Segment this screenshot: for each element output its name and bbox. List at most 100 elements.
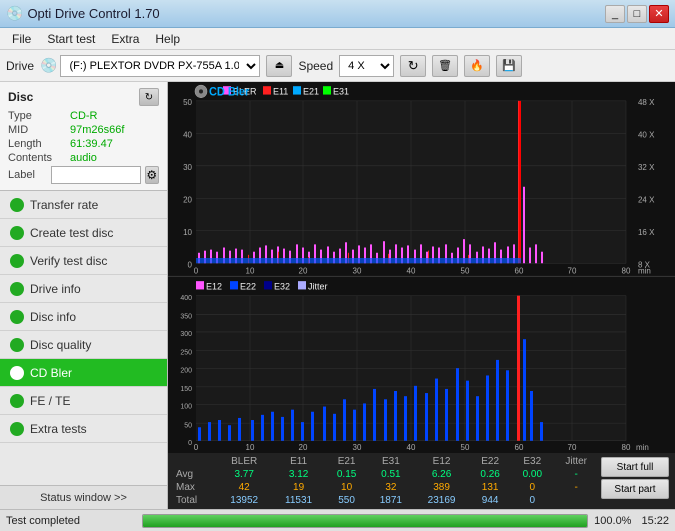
max-e31: 32	[368, 481, 414, 494]
maximize-button[interactable]: □	[627, 5, 647, 23]
progress-bar-fill	[143, 515, 587, 527]
minimize-button[interactable]: _	[605, 5, 625, 23]
total-e21: 550	[326, 494, 368, 507]
col-header-empty	[172, 455, 217, 468]
svg-text:100: 100	[180, 402, 192, 410]
label-settings-button[interactable]: ⚙	[145, 166, 159, 184]
svg-text:E22: E22	[240, 281, 256, 291]
svg-text:400: 400	[180, 294, 192, 302]
total-e11: 11531	[272, 494, 326, 507]
drive-bar: Drive 💿 (F:) PLEXTOR DVDR PX-755A 1.08 ⏏…	[0, 50, 675, 82]
menu-file[interactable]: File	[4, 30, 39, 48]
disc-title: Disc	[8, 90, 33, 104]
svg-text:50: 50	[461, 267, 470, 276]
eject-button[interactable]: ⏏	[266, 55, 292, 77]
svg-text:min: min	[636, 443, 649, 452]
row-avg-label: Avg	[172, 468, 217, 481]
label-input[interactable]	[51, 166, 141, 184]
svg-text:8 X: 8 X	[638, 260, 651, 269]
svg-text:20: 20	[299, 267, 308, 276]
row-total-label: Total	[172, 494, 217, 507]
save-button[interactable]: 💾	[496, 55, 522, 77]
svg-text:10: 10	[246, 267, 255, 276]
erase-button[interactable]: 🗑	[432, 55, 458, 77]
col-header-e32: E32	[511, 455, 553, 468]
drive-select[interactable]: (F:) PLEXTOR DVDR PX-755A 1.08	[60, 55, 260, 77]
svg-text:20: 20	[299, 443, 308, 452]
menu-help[interactable]: Help	[147, 30, 188, 48]
svg-text:150: 150	[180, 385, 192, 393]
svg-text:CD Bler: CD Bler	[209, 86, 250, 98]
burn-button[interactable]: 🔥	[464, 55, 490, 77]
svg-text:48 X: 48 X	[638, 98, 655, 107]
nav-item-disc-info[interactable]: Disc info	[0, 303, 167, 331]
svg-text:0: 0	[194, 443, 199, 452]
nav-label-drive-info: Drive info	[30, 282, 81, 296]
nav-item-create-test-disc[interactable]: Create test disc	[0, 219, 167, 247]
menu-start-test[interactable]: Start test	[39, 30, 103, 48]
nav-item-drive-info[interactable]: Drive info	[0, 275, 167, 303]
col-header-e31: E31	[368, 455, 414, 468]
nav-item-fe-te[interactable]: FE / TE	[0, 387, 167, 415]
avg-bler: 3.77	[217, 468, 272, 481]
svg-text:40 X: 40 X	[638, 130, 655, 139]
svg-text:350: 350	[180, 312, 192, 320]
speed-select[interactable]: 4 X 1 X 2 X 8 X Max	[339, 55, 394, 77]
total-jitter	[553, 494, 599, 507]
svg-text:30: 30	[353, 443, 362, 452]
svg-text:70: 70	[568, 443, 577, 452]
length-label: Length	[8, 138, 70, 150]
menu-extra[interactable]: Extra	[103, 30, 147, 48]
row-max-label: Max	[172, 481, 217, 494]
status-bar: Test completed 100.0% 15:22	[0, 509, 675, 531]
disc-info-icon	[10, 310, 24, 324]
svg-text:E32: E32	[274, 281, 290, 291]
svg-text:40: 40	[407, 443, 416, 452]
max-e21: 10	[326, 481, 368, 494]
table-row-total: Total 13952 11531 550 1871 23169 944 0	[172, 494, 599, 507]
nav-item-transfer-rate[interactable]: Transfer rate	[0, 191, 167, 219]
total-e22: 944	[469, 494, 511, 507]
col-header-e21: E21	[326, 455, 368, 468]
nav-item-cd-bler[interactable]: CD Bler	[0, 359, 167, 387]
type-value: CD-R	[70, 110, 159, 122]
total-e32: 0	[511, 494, 553, 507]
start-full-button[interactable]: Start full	[601, 457, 669, 477]
avg-jitter: -	[553, 468, 599, 481]
svg-text:30: 30	[353, 267, 362, 276]
avg-e22: 0.26	[469, 468, 511, 481]
nav-item-verify-test-disc[interactable]: Verify test disc	[0, 247, 167, 275]
svg-text:Jitter: Jitter	[308, 281, 327, 291]
sidebar: Disc ↻ Type CD-R MID 97m26s66f Length 61…	[0, 82, 168, 509]
disc-refresh-button[interactable]: ↻	[139, 88, 159, 106]
status-window-button[interactable]: Status window >>	[0, 485, 167, 509]
avg-e11: 3.12	[272, 468, 326, 481]
menu-bar: File Start test Extra Help	[0, 28, 675, 50]
drive-info-icon	[10, 282, 24, 296]
nav-item-extra-tests[interactable]: Extra tests	[0, 415, 167, 443]
window-controls: _ □ ✕	[605, 5, 669, 23]
start-part-button[interactable]: Start part	[601, 479, 669, 499]
svg-text:80: 80	[622, 267, 631, 276]
disc-quality-icon	[10, 338, 24, 352]
extra-tests-icon	[10, 422, 24, 436]
action-buttons: Start full Start part	[599, 455, 671, 507]
verify-test-disc-icon	[10, 254, 24, 268]
fe-te-icon	[10, 394, 24, 408]
svg-text:50: 50	[461, 443, 470, 452]
nav-label-cd-bler: CD Bler	[30, 366, 72, 380]
chart-e12: 400 350 300 250 200 150 100 50 0 0 10 20…	[168, 277, 675, 453]
svg-text:0: 0	[188, 260, 193, 269]
nav-item-disc-quality[interactable]: Disc quality	[0, 331, 167, 359]
close-button[interactable]: ✕	[649, 5, 669, 23]
col-header-e12: E12	[414, 455, 469, 468]
mid-value: 97m26s66f	[70, 124, 159, 136]
total-e12: 23169	[414, 494, 469, 507]
main-layout: Disc ↻ Type CD-R MID 97m26s66f Length 61…	[0, 82, 675, 509]
nav-label-disc-quality: Disc quality	[30, 338, 91, 352]
refresh-button[interactable]: ↻	[400, 55, 426, 77]
svg-text:0: 0	[194, 267, 199, 276]
max-e12: 389	[414, 481, 469, 494]
app-icon: 💿	[6, 5, 23, 22]
nav-label-transfer-rate: Transfer rate	[30, 198, 98, 212]
